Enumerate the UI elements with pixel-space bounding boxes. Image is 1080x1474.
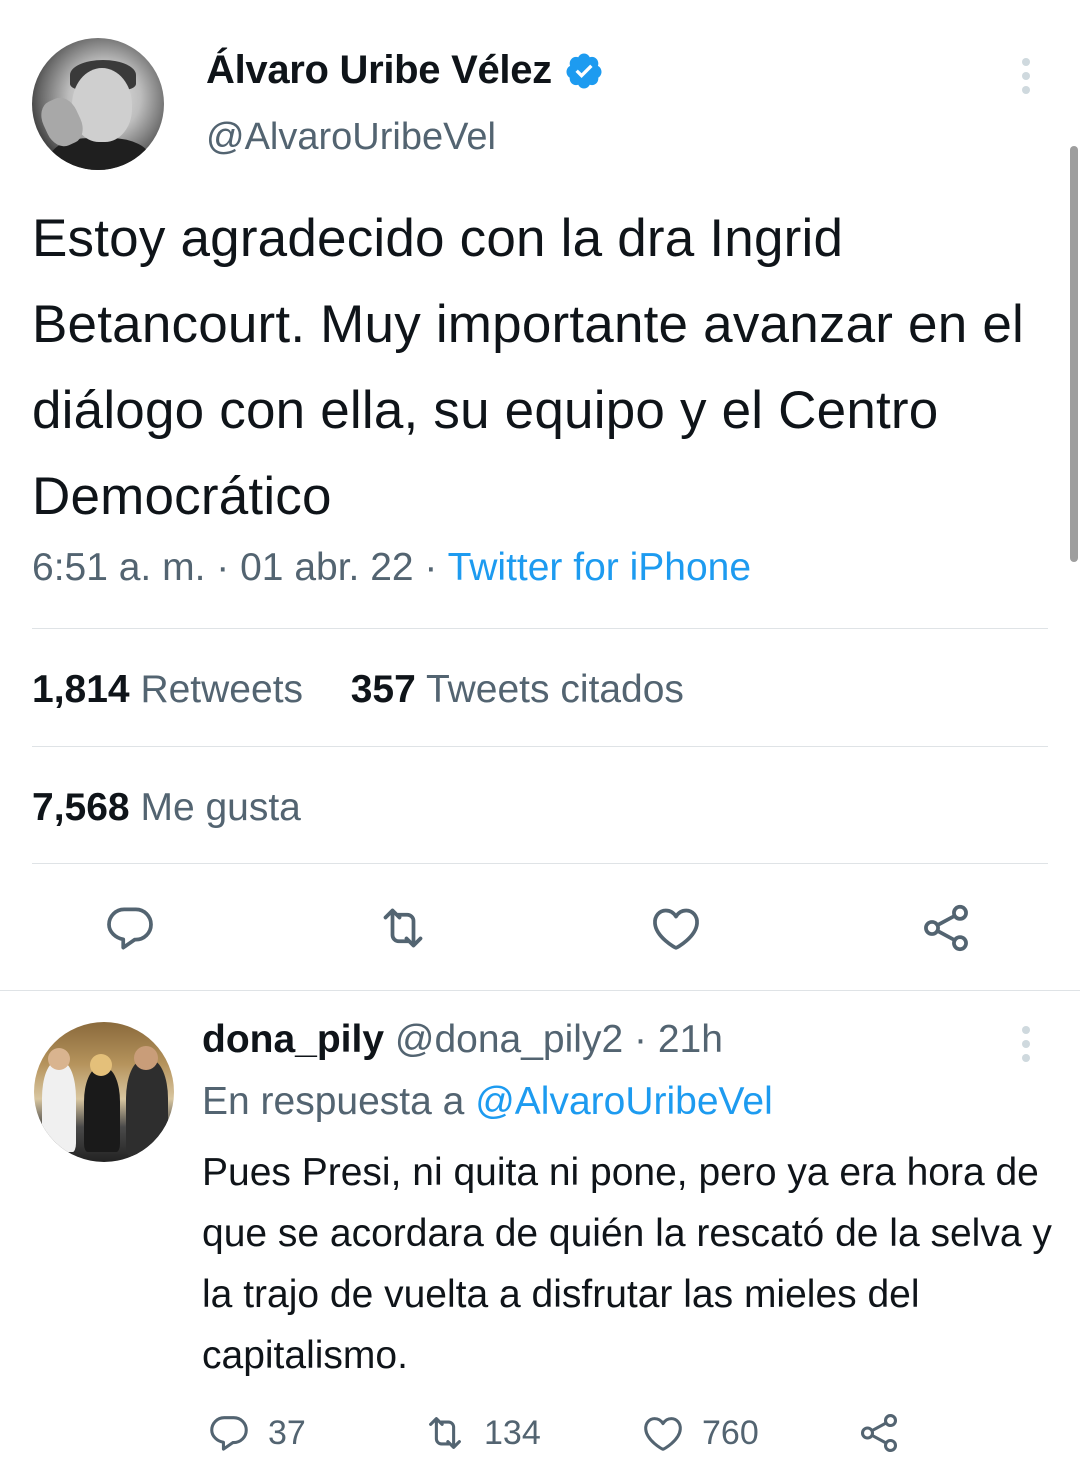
retweets-label: Retweets	[140, 668, 304, 711]
share-icon[interactable]	[918, 900, 974, 956]
retweet-stats: 1,814 Retweets 357 Tweets citados	[32, 668, 684, 712]
quotes-stat[interactable]: 357 Tweets citados	[351, 668, 684, 711]
likes-label: Me gusta	[140, 786, 301, 829]
divider	[0, 990, 1080, 991]
reply-author-handle[interactable]: @dona_pily2	[395, 1018, 623, 1061]
reply-count: 37	[268, 1413, 306, 1452]
reply-reply-action[interactable]: 37	[206, 1408, 306, 1458]
retweet-icon	[429, 1417, 461, 1449]
retweet-icon[interactable]	[375, 900, 431, 956]
tweet-date[interactable]: 01 abr. 22	[240, 546, 413, 589]
reply-author-name[interactable]: dona_pily	[202, 1018, 384, 1061]
retweets-stat[interactable]: 1,814 Retweets	[32, 668, 303, 711]
tweet-source[interactable]: Twitter for iPhone	[448, 546, 751, 589]
more-vertical-icon[interactable]	[1014, 56, 1038, 96]
reply-icon[interactable]	[102, 900, 158, 956]
tweet-meta: 6:51 a. m. · 01 abr. 22 · Twitter for iP…	[32, 546, 751, 590]
tweet-text: Estoy agradecido con la dra Ingrid Betan…	[32, 209, 1024, 526]
verified-badge-icon	[566, 53, 602, 88]
reply-to-mention[interactable]: @AlvaroUribeVel	[475, 1080, 773, 1123]
reply-retweet-action[interactable]: 134	[422, 1408, 541, 1458]
scrollbar[interactable]	[1070, 146, 1078, 562]
share-icon	[860, 1414, 898, 1452]
likes-stat[interactable]: 7,568 Me gusta	[32, 786, 301, 830]
reply-actions: 37 134 760	[0, 1408, 1080, 1458]
like-count: 760	[702, 1413, 759, 1452]
tweet-time[interactable]: 6:51 a. m.	[32, 546, 205, 589]
heart-icon[interactable]	[648, 900, 704, 956]
reply-to-prefix: En respuesta a	[202, 1080, 465, 1123]
tweet-actions	[0, 900, 1080, 964]
reply-to-line: En respuesta a @AlvaroUribeVel	[202, 1080, 773, 1124]
reply-header: dona_pily @dona_pily2 · 21h	[202, 1018, 723, 1062]
reply-like-action[interactable]: 760	[640, 1408, 759, 1458]
divider	[32, 746, 1048, 747]
reply-text: Pues Presi, ni quita ni pone, pero ya er…	[202, 1151, 1052, 1377]
divider	[32, 863, 1048, 864]
reply-author-avatar[interactable]	[34, 1022, 174, 1162]
author-avatar[interactable]	[32, 38, 164, 170]
meta-separator: ·	[205, 546, 241, 589]
heart-icon	[644, 1417, 682, 1451]
author-handle[interactable]: @AlvaroUribeVel	[206, 116, 496, 159]
more-vertical-icon[interactable]	[1014, 1024, 1038, 1064]
reply-share-action[interactable]	[856, 1408, 902, 1458]
reply-time[interactable]: 21h	[658, 1018, 723, 1061]
divider	[32, 628, 1048, 629]
author-name[interactable]: Álvaro Uribe Vélez	[206, 48, 552, 93]
quotes-count: 357	[350, 668, 416, 711]
quotes-label: Tweets citados	[425, 668, 684, 711]
author-name-row: Álvaro Uribe Vélez	[206, 48, 604, 93]
retweet-count: 134	[484, 1413, 541, 1452]
meta-separator: ·	[413, 546, 448, 589]
likes-count: 7,568	[32, 786, 130, 829]
reply-icon	[210, 1416, 248, 1451]
retweets-count: 1,814	[32, 668, 130, 711]
meta-separator: ·	[633, 1018, 647, 1061]
